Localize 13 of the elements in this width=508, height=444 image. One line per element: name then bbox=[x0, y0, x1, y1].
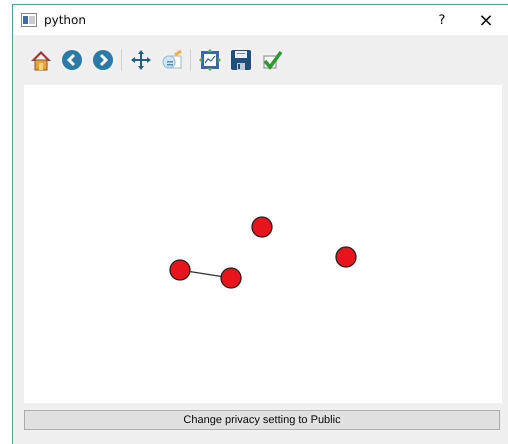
save-icon[interactable] bbox=[228, 47, 253, 73]
privacy-button[interactable]: Change privacy setting to Public bbox=[24, 410, 500, 430]
close-button[interactable]: × bbox=[464, 5, 508, 35]
forward-arrow-icon[interactable] bbox=[90, 47, 115, 73]
node-circle bbox=[220, 267, 242, 289]
window-icon bbox=[21, 13, 37, 27]
window-title: python bbox=[44, 13, 86, 27]
node-circle bbox=[169, 259, 191, 281]
chart-config-icon[interactable] bbox=[197, 47, 222, 73]
node-circle bbox=[251, 216, 273, 238]
node-circle bbox=[335, 246, 357, 268]
back-arrow-icon[interactable] bbox=[59, 47, 84, 73]
help-button[interactable]: ? bbox=[420, 5, 464, 35]
